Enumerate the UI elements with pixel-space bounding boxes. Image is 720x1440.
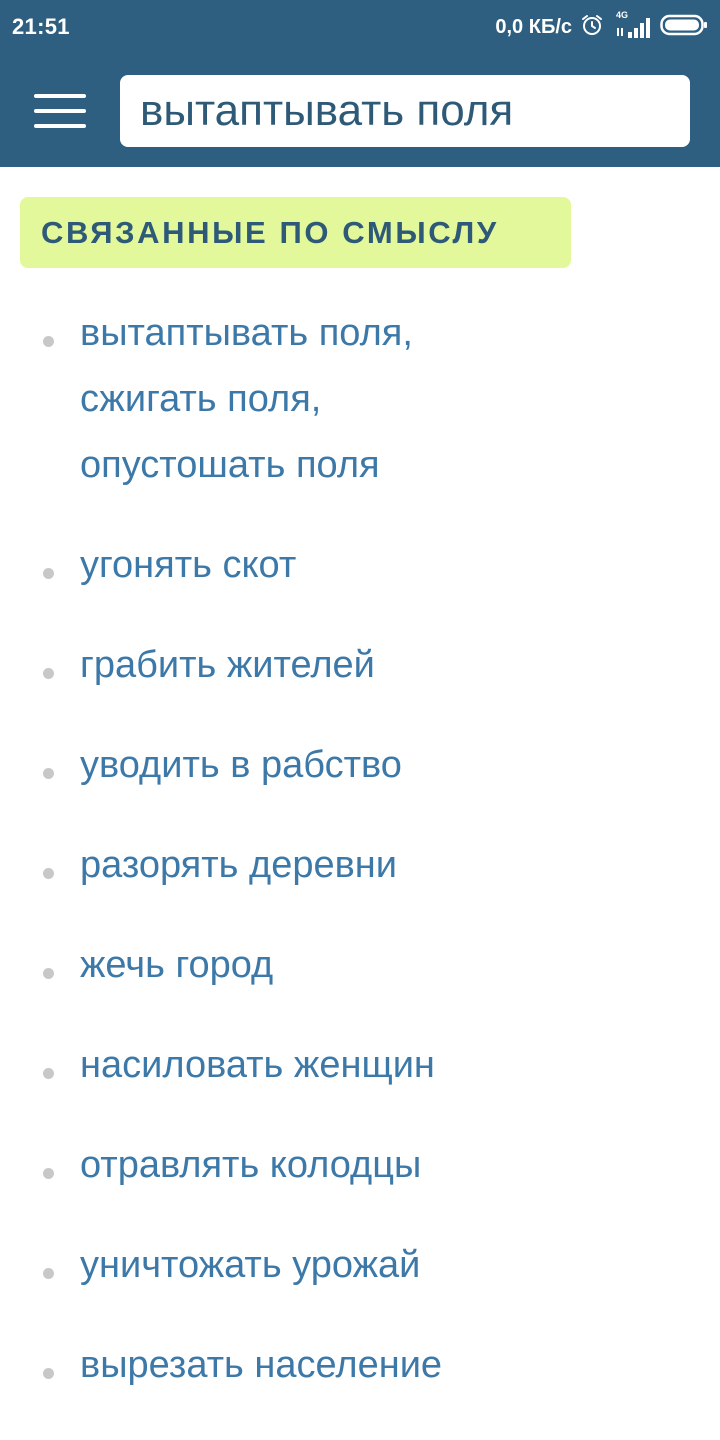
bullet: [43, 1068, 54, 1079]
bullet: [43, 568, 54, 579]
bullet: [43, 336, 54, 347]
bullet: [43, 1268, 54, 1279]
bullet: [43, 768, 54, 779]
app-bar: [0, 56, 720, 167]
bullet: [43, 1168, 54, 1179]
search-input[interactable]: [120, 75, 690, 147]
result-link[interactable]: жечь город: [80, 932, 720, 998]
result-link[interactable]: разорять деревни: [80, 832, 720, 898]
result-link[interactable]: уводить в рабство: [80, 732, 720, 798]
list-item: вырезать население: [0, 1332, 720, 1398]
result-link[interactable]: угонять скот: [80, 532, 720, 598]
list-item: уводить в рабство: [0, 732, 720, 798]
list-item: грабить жителей: [0, 632, 720, 698]
result-link[interactable]: вытаптывать поля,: [80, 300, 720, 366]
bullet: [43, 968, 54, 979]
list-item: разорять деревни: [0, 832, 720, 898]
result-link[interactable]: насиловать женщин: [80, 1032, 720, 1098]
bullet: [43, 668, 54, 679]
result-link[interactable]: вырезать население: [80, 1332, 720, 1398]
network-speed: 0,0 КБ/с: [495, 15, 572, 38]
status-bar: 21:51 0,0 КБ/с 4G: [0, 0, 720, 56]
status-time: 21:51: [12, 14, 70, 39]
bullet: [43, 868, 54, 879]
result-link[interactable]: опустошать поля: [80, 432, 720, 498]
result-link[interactable]: сжигать поля,: [80, 366, 720, 432]
status-right: 0,0 КБ/с 4G: [495, 10, 708, 42]
list-item: угонять скот: [0, 532, 720, 598]
list-item: насиловать женщин: [0, 1032, 720, 1098]
list-item: уничтожать урожай: [0, 1232, 720, 1298]
list-item: жечь город: [0, 932, 720, 998]
battery-icon: [660, 13, 708, 42]
list-item: отравлять колодцы: [0, 1132, 720, 1198]
results-list: вытаптывать поля, сжигать поля, опустоша…: [0, 300, 720, 1432]
list-item: вытаптывать поля, сжигать поля, опустоша…: [0, 300, 720, 498]
signal-icon: 4G: [612, 10, 652, 40]
hamburger-menu-icon[interactable]: [26, 86, 92, 136]
alarm-icon: [580, 13, 604, 42]
result-link[interactable]: отравлять колодцы: [80, 1132, 720, 1198]
result-link[interactable]: уничтожать урожай: [80, 1232, 720, 1298]
bullet: [43, 1368, 54, 1379]
result-link[interactable]: грабить жителей: [80, 632, 720, 698]
section-title: СВЯЗАННЫЕ ПО СМЫСЛУ: [20, 197, 571, 268]
